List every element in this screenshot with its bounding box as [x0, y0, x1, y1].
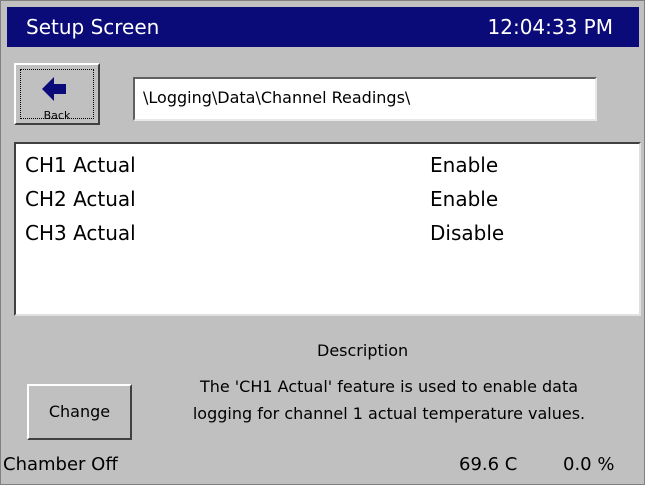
setup-window: Setup Screen 12:04:33 PM Back \Logging\D…	[0, 0, 645, 485]
list-item[interactable]: CH1 Actual Enable	[16, 148, 639, 182]
description-text: The 'CH1 Actual' feature is used to enab…	[149, 373, 629, 427]
list-item[interactable]: CH3 Actual Disable	[16, 216, 639, 250]
back-button-label: Back	[43, 109, 71, 122]
change-button[interactable]: Change	[27, 384, 132, 440]
temperature-readout: 69.6 C	[459, 454, 518, 475]
chamber-status: Chamber Off	[3, 454, 118, 475]
description-line: The 'CH1 Actual' feature is used to enab…	[199, 377, 579, 396]
path-display: \Logging\Data\Channel Readings\	[133, 77, 597, 121]
settings-list[interactable]: CH1 Actual Enable CH2 Actual Enable CH3 …	[14, 142, 641, 316]
list-item[interactable]: CH2 Actual Enable	[16, 182, 639, 216]
clock-time: 12:04:33 PM	[487, 15, 614, 39]
setting-name: CH3 Actual	[25, 221, 136, 245]
setting-name: CH2 Actual	[25, 187, 136, 211]
description-title: Description	[317, 341, 409, 360]
setting-value: Enable	[430, 187, 499, 211]
screen-title: Setup Screen	[26, 15, 160, 39]
setting-value: Enable	[430, 153, 499, 177]
back-button[interactable]: Back	[14, 63, 100, 125]
setting-value: Disable	[430, 221, 505, 245]
percent-readout: 0.0 %	[563, 454, 615, 475]
left-arrow-icon	[42, 77, 66, 101]
description-line: logging for channel 1 actual temperature…	[192, 404, 586, 423]
title-bar: Setup Screen 12:04:33 PM	[7, 7, 639, 47]
setting-name: CH1 Actual	[25, 153, 136, 177]
